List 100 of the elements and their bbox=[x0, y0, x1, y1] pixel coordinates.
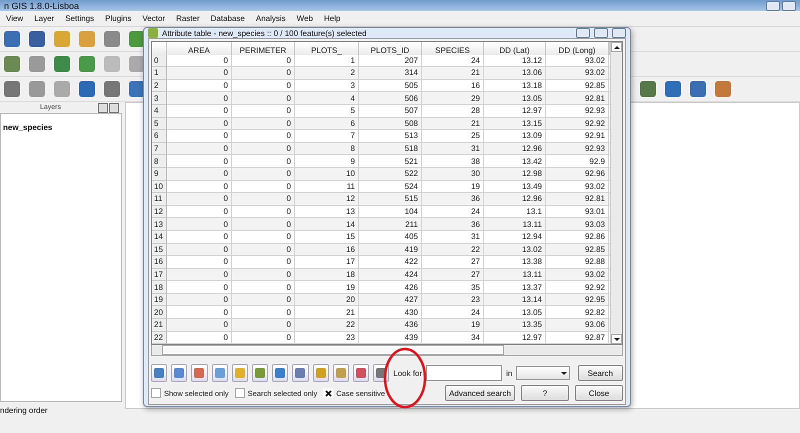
toolbar-icon[interactable] bbox=[665, 81, 681, 97]
table-cell: 13.12 bbox=[484, 54, 546, 68]
table-cell: 93.02 bbox=[546, 54, 609, 68]
menu-item[interactable]: Help bbox=[324, 14, 340, 23]
dialog-button[interactable]: ? bbox=[521, 385, 569, 402]
maximize-button[interactable] bbox=[782, 0, 796, 10]
toolbar-icon[interactable] bbox=[640, 81, 656, 97]
toolbar-icon[interactable] bbox=[54, 56, 70, 72]
toolbar-icon[interactable] bbox=[715, 81, 731, 97]
row-header[interactable]: 16 bbox=[152, 256, 167, 269]
menu-item[interactable]: Vector bbox=[142, 14, 166, 23]
menu-item[interactable]: Plugins bbox=[105, 14, 132, 23]
checkbox[interactable] bbox=[151, 388, 161, 398]
vertical-scrollbar[interactable] bbox=[610, 42, 622, 344]
table-cell: 15 bbox=[295, 230, 359, 244]
table-cell: 0 bbox=[232, 319, 295, 332]
in-label: in bbox=[506, 368, 512, 378]
table-cell: 0 bbox=[232, 104, 295, 118]
ellipse-annotation bbox=[384, 348, 426, 408]
row-header[interactable]: 5 bbox=[152, 118, 167, 130]
dialog-button[interactable]: Close bbox=[575, 385, 623, 402]
row-header[interactable]: 0 bbox=[152, 54, 167, 68]
toolbar-button[interactable] bbox=[312, 364, 329, 382]
table-cell: 21 bbox=[295, 306, 359, 320]
toolbar-icon[interactable] bbox=[79, 81, 95, 97]
table-cell: 92.91 bbox=[546, 130, 609, 143]
float-button[interactable] bbox=[98, 102, 108, 112]
table-cell: 12.96 bbox=[484, 193, 546, 206]
table-cell: 92.85 bbox=[546, 244, 609, 256]
toolbar-icon[interactable] bbox=[29, 81, 45, 97]
table-cell: 92.82 bbox=[546, 306, 609, 320]
row-header[interactable]: 21 bbox=[152, 319, 167, 332]
table-cell: 506 bbox=[359, 92, 422, 105]
menu-item[interactable]: Layer bbox=[34, 14, 54, 23]
toolbar-icon[interactable] bbox=[104, 81, 120, 97]
menu-item[interactable]: Analysis bbox=[256, 14, 286, 23]
dialog-button[interactable]: Advanced search bbox=[445, 385, 515, 402]
row-header[interactable]: 15 bbox=[152, 244, 167, 256]
toolbar-button[interactable] bbox=[212, 364, 228, 382]
row-header[interactable]: 20 bbox=[152, 306, 167, 320]
toolbar-icon[interactable] bbox=[4, 81, 20, 97]
row-header[interactable]: 1 bbox=[152, 67, 167, 80]
toolbar-icon[interactable] bbox=[4, 56, 20, 72]
row-header[interactable]: 22 bbox=[152, 332, 167, 344]
table-cell: 2 bbox=[295, 67, 359, 80]
row-header[interactable]: 3 bbox=[152, 92, 167, 105]
row-header[interactable]: 2 bbox=[152, 80, 167, 92]
table-cell: 0 bbox=[167, 332, 232, 344]
toolbar-icon[interactable] bbox=[4, 31, 20, 47]
field-dropdown[interactable] bbox=[516, 366, 570, 380]
look-for-field[interactable] bbox=[426, 365, 502, 382]
row-header[interactable]: 12 bbox=[152, 206, 167, 218]
row-header[interactable]: 4 bbox=[152, 104, 167, 118]
toolbar-button[interactable] bbox=[252, 364, 268, 382]
toolbar-icon[interactable] bbox=[690, 81, 706, 97]
table-cell: 0 bbox=[232, 118, 295, 130]
maximize-button[interactable] bbox=[594, 28, 608, 38]
toolbar-button[interactable] bbox=[352, 364, 370, 382]
row-header[interactable]: 14 bbox=[152, 230, 167, 244]
toolbar-icon[interactable] bbox=[29, 56, 45, 72]
row-header[interactable]: 6 bbox=[152, 130, 167, 143]
search-button[interactable]: Search bbox=[578, 365, 624, 382]
toolbar-button[interactable] bbox=[332, 364, 349, 382]
row-header[interactable]: 19 bbox=[152, 294, 167, 306]
close-button[interactable] bbox=[109, 102, 119, 112]
row-header[interactable]: 9 bbox=[152, 168, 167, 181]
toolbar-button[interactable] bbox=[191, 364, 208, 382]
horizontal-scrollbar[interactable] bbox=[151, 345, 623, 356]
table-cell: 36 bbox=[422, 218, 484, 231]
menu-item[interactable]: Settings bbox=[65, 14, 94, 23]
row-header[interactable]: 13 bbox=[152, 218, 167, 231]
toolbar-button[interactable] bbox=[232, 364, 248, 382]
menu-item[interactable]: View bbox=[6, 14, 24, 23]
row-header[interactable]: 7 bbox=[152, 142, 167, 156]
toolbar-button[interactable] bbox=[292, 364, 308, 382]
table-cell: 31 bbox=[422, 230, 484, 244]
menu-item[interactable]: Raster bbox=[176, 14, 200, 23]
row-header[interactable]: 8 bbox=[152, 155, 167, 168]
row-header[interactable]: 10 bbox=[152, 180, 167, 194]
table-cell: 508 bbox=[359, 118, 422, 130]
toolbar-button[interactable] bbox=[151, 364, 168, 382]
layer-name[interactable]: new_species bbox=[3, 123, 52, 132]
minimize-button[interactable] bbox=[766, 0, 780, 10]
checkbox[interactable] bbox=[234, 388, 245, 398]
table-cell: 8 bbox=[295, 142, 359, 156]
menu-item[interactable]: Web bbox=[296, 14, 313, 23]
toolbar-button[interactable] bbox=[272, 364, 288, 382]
row-header[interactable]: 17 bbox=[152, 268, 167, 282]
menu-item[interactable]: Database bbox=[210, 14, 245, 23]
row-header[interactable]: 18 bbox=[152, 281, 167, 294]
toolbar-icon[interactable] bbox=[104, 31, 120, 47]
checkbox[interactable] bbox=[323, 388, 334, 398]
close-button[interactable] bbox=[612, 28, 626, 38]
toolbar-icon[interactable] bbox=[29, 31, 45, 47]
table-cell: 22 bbox=[295, 319, 359, 332]
toolbar-icon[interactable] bbox=[79, 56, 95, 72]
table-cell: 522 bbox=[359, 168, 422, 181]
minimize-button[interactable] bbox=[576, 28, 590, 38]
row-header[interactable]: 11 bbox=[152, 193, 167, 206]
toolbar-button[interactable] bbox=[171, 364, 188, 382]
